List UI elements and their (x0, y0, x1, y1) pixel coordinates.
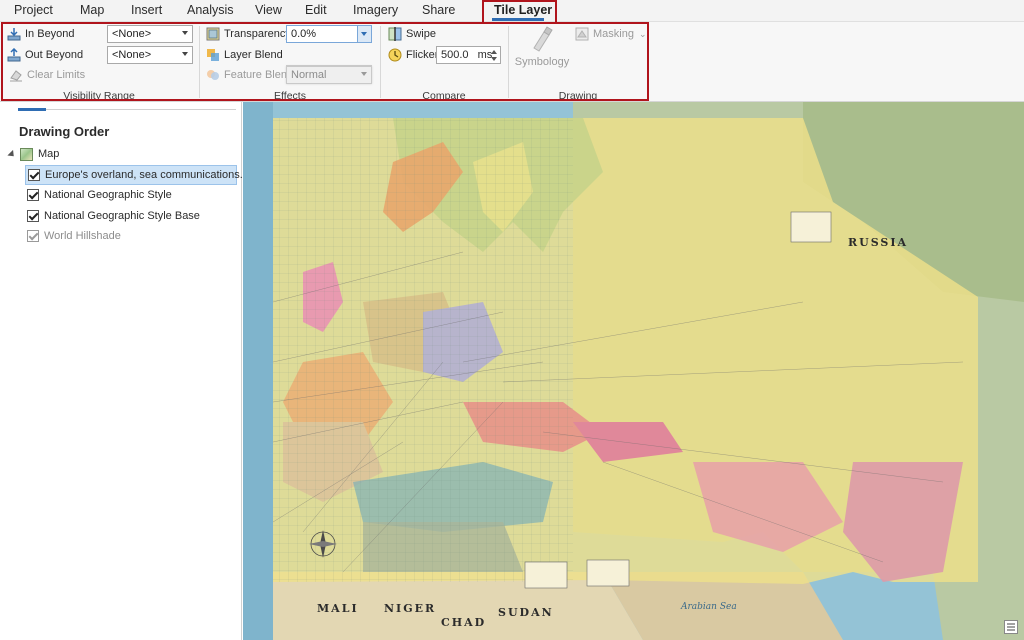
layer-row[interactable]: National Geographic Style (25, 185, 172, 205)
map-label-sudan: SUDAN (498, 606, 554, 619)
map-label-mali: MALI (317, 602, 359, 615)
layer-row[interactable]: National Geographic Style Base (25, 206, 200, 226)
tab-imagery[interactable]: Imagery (353, 3, 398, 17)
tab-view[interactable]: View (255, 3, 282, 17)
tab-project[interactable]: Project (14, 3, 53, 17)
contents-pane: Drawing Order Map Europe's overland, sea… (0, 102, 243, 640)
layer-visibility-checkbox[interactable] (27, 230, 39, 242)
layer-label: Europe's overland, sea communications. (45, 169, 243, 181)
tab-insert[interactable]: Insert (131, 3, 162, 17)
basemap-graphic (243, 102, 1024, 640)
tab-edit[interactable]: Edit (305, 3, 327, 17)
map-notes-icon[interactable] (1004, 620, 1018, 634)
map-icon (20, 147, 33, 161)
layer-visibility-checkbox[interactable] (28, 169, 40, 181)
tab-share[interactable]: Share (422, 3, 455, 17)
map-label-arabian-sea: Arabian Sea (681, 602, 737, 612)
layer-row[interactable]: Europe's overland, sea communications. (25, 165, 243, 185)
layer-label: National Geographic Style Base (44, 210, 200, 222)
map-node-label: Map (38, 148, 60, 160)
layer-visibility-checkbox[interactable] (27, 189, 39, 201)
layer-label: World Hillshade (44, 230, 121, 242)
layer-visibility-checkbox[interactable] (27, 210, 39, 222)
ribbon-highlight-outline (1, 22, 649, 101)
map-label-niger: NIGER (384, 602, 437, 615)
contents-toolbar-divider (46, 109, 236, 110)
map-tree-node[interactable]: Map (7, 144, 60, 164)
layer-row[interactable]: World Hillshade (25, 226, 121, 246)
map-view[interactable]: RUSSIA MALI NIGER CHAD SUDAN Arabian Sea (243, 102, 1024, 640)
tab-map[interactable]: Map (80, 3, 104, 17)
tab-analysis[interactable]: Analysis (187, 3, 234, 17)
tab-highlight-outline (482, 0, 557, 22)
drawing-order-title: Drawing Order (19, 124, 110, 139)
map-label-russia: RUSSIA (848, 236, 909, 249)
contents-toolbar-indicator (18, 108, 46, 111)
map-label-chad: CHAD (441, 616, 487, 629)
expand-arrow-icon[interactable] (7, 149, 17, 159)
layer-label: National Geographic Style (44, 189, 172, 201)
